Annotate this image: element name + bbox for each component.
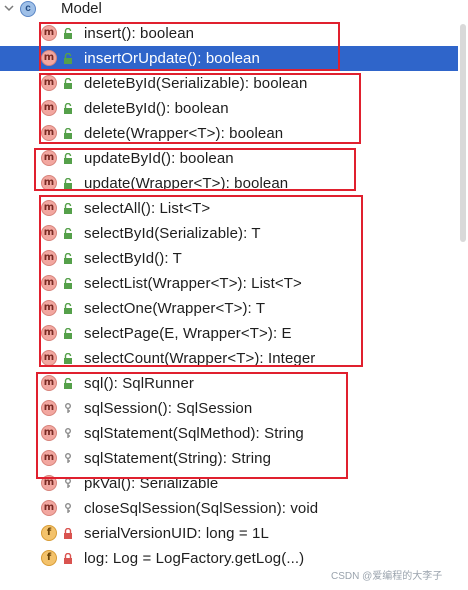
tree-item-label: insertOrUpdate(): boolean	[84, 50, 260, 67]
method-icon: m	[41, 350, 57, 366]
protected-key-icon	[65, 403, 71, 413]
tree-item-field[interactable]: f serialVersionUID: long = 1L	[0, 521, 458, 546]
public-unlocked-icon	[64, 303, 72, 314]
method-icon: m	[41, 375, 57, 391]
public-unlocked-icon	[64, 328, 72, 339]
tree-item-method[interactable]: m sqlStatement(SqlMethod): String	[0, 421, 458, 446]
tree-item-method[interactable]: m selectById(Serializable): T	[0, 221, 458, 246]
method-icon: m	[41, 150, 57, 166]
method-icon: m	[41, 125, 57, 141]
method-icon: m	[41, 300, 57, 316]
method-icon: m	[41, 325, 57, 341]
tree-item-label: deleteById(): boolean	[84, 100, 229, 117]
private-lock-icon	[64, 553, 72, 564]
public-unlocked-icon	[64, 78, 72, 89]
tree-item-label: selectPage(E, Wrapper<T>): E	[84, 325, 292, 342]
protected-key-icon	[65, 428, 71, 438]
tree-item-label: delete(Wrapper<T>): boolean	[84, 125, 284, 142]
method-icon: m	[41, 500, 57, 516]
tree-item-method[interactable]: m sqlStatement(String): String	[0, 446, 458, 471]
public-unlocked-icon	[64, 53, 72, 64]
tree-item-method[interactable]: m deleteById(): boolean	[0, 96, 458, 121]
root-node[interactable]: c Model	[0, 0, 458, 18]
public-unlocked-icon	[64, 153, 72, 164]
tree-item-label: deleteById(Serializable): boolean	[84, 75, 308, 92]
public-unlocked-icon	[64, 128, 72, 139]
tree-item-label: sqlStatement(String): String	[84, 450, 272, 467]
tree-item-method[interactable]: m selectById(): T	[0, 246, 458, 271]
method-icon: m	[41, 50, 57, 66]
public-unlocked-icon	[64, 28, 72, 39]
method-icon: m	[41, 425, 57, 441]
tree-item-label: insert(): boolean	[84, 25, 195, 42]
tree-item-method[interactable]: m updateById(): boolean	[0, 146, 458, 171]
method-icon: m	[41, 250, 57, 266]
tree-item-label: log: Log = LogFactory.getLog(...)	[84, 550, 305, 567]
public-unlocked-icon	[64, 353, 72, 364]
protected-key-icon	[65, 478, 71, 488]
method-icon: m	[41, 450, 57, 466]
tree-item-method[interactable]: m selectOne(Wrapper<T>): T	[0, 296, 458, 321]
tree-item-method[interactable]: m sql(): SqlRunner	[0, 371, 458, 396]
field-icon: f	[41, 550, 57, 566]
public-unlocked-icon	[64, 253, 72, 264]
tree-item-label: selectCount(Wrapper<T>): Integer	[84, 350, 316, 367]
collapse-chevron-icon[interactable]	[4, 3, 14, 13]
method-icon: m	[41, 475, 57, 491]
protected-key-icon	[65, 453, 71, 463]
method-icon: m	[41, 400, 57, 416]
tree-item-label: sqlSession(): SqlSession	[84, 400, 253, 417]
tree-item-method[interactable]: m selectPage(E, Wrapper<T>): E	[0, 321, 458, 346]
method-icon: m	[41, 200, 57, 216]
tree-item-method[interactable]: m selectAll(): List<T>	[0, 196, 458, 221]
scrollbar[interactable]	[460, 24, 466, 242]
tree-item-method[interactable]: m insertOrUpdate(): boolean	[0, 46, 458, 71]
tree-item-method[interactable]: m deleteById(Serializable): boolean	[0, 71, 458, 96]
tree-item-label: updateById(): boolean	[84, 150, 234, 167]
tree-item-label: closeSqlSession(SqlSession): void	[84, 500, 319, 517]
public-unlocked-icon	[64, 203, 72, 214]
public-unlocked-icon	[64, 103, 72, 114]
tree-item-label: pkVal(): Serializable	[84, 475, 219, 492]
tree-item-label: selectById(Serializable): T	[84, 225, 261, 242]
tree-item-method[interactable]: m sqlSession(): SqlSession	[0, 396, 458, 421]
protected-key-icon	[65, 503, 71, 513]
tree-item-method[interactable]: m update(Wrapper<T>): boolean	[0, 171, 458, 196]
tree-item-label: selectOne(Wrapper<T>): T	[84, 300, 266, 317]
tree-item-label: selectAll(): List<T>	[84, 200, 211, 217]
tree-item-label: selectById(): T	[84, 250, 182, 267]
public-unlocked-icon	[64, 228, 72, 239]
public-unlocked-icon	[64, 278, 72, 289]
tree-item-method[interactable]: m selectCount(Wrapper<T>): Integer	[0, 346, 458, 371]
structure-tree: c Model m insert(): boolean m insertOrUpdat…	[0, 0, 468, 590]
tree-item-label: serialVersionUID: long = 1L	[84, 525, 269, 542]
tree-item-label: sql(): SqlRunner	[84, 375, 194, 392]
method-icon: m	[41, 75, 57, 91]
class-icon: c	[20, 1, 36, 17]
method-icon: m	[41, 225, 57, 241]
tree-item-label: selectList(Wrapper<T>): List<T>	[84, 275, 302, 292]
tree-item-method[interactable]: m insert(): boolean	[0, 21, 458, 46]
tree-item-method[interactable]: m delete(Wrapper<T>): boolean	[0, 121, 458, 146]
tree-item-label: sqlStatement(SqlMethod): String	[84, 425, 304, 442]
tree-item-method[interactable]: m pkVal(): Serializable	[0, 471, 458, 496]
method-icon: m	[41, 100, 57, 116]
watermark-text: CSDN @爱编程的大李子	[331, 571, 443, 582]
root-node-label: Model	[61, 0, 102, 17]
tree-item-method[interactable]: m selectList(Wrapper<T>): List<T>	[0, 271, 458, 296]
public-unlocked-icon	[64, 378, 72, 389]
private-lock-icon	[64, 528, 72, 539]
method-icon: m	[41, 175, 57, 191]
method-icon: m	[41, 25, 57, 41]
field-icon: f	[41, 525, 57, 541]
public-unlocked-icon	[64, 178, 72, 189]
tree-item-label: update(Wrapper<T>): boolean	[84, 175, 289, 192]
method-icon: m	[41, 275, 57, 291]
tree-item-method[interactable]: m closeSqlSession(SqlSession): void	[0, 496, 458, 521]
